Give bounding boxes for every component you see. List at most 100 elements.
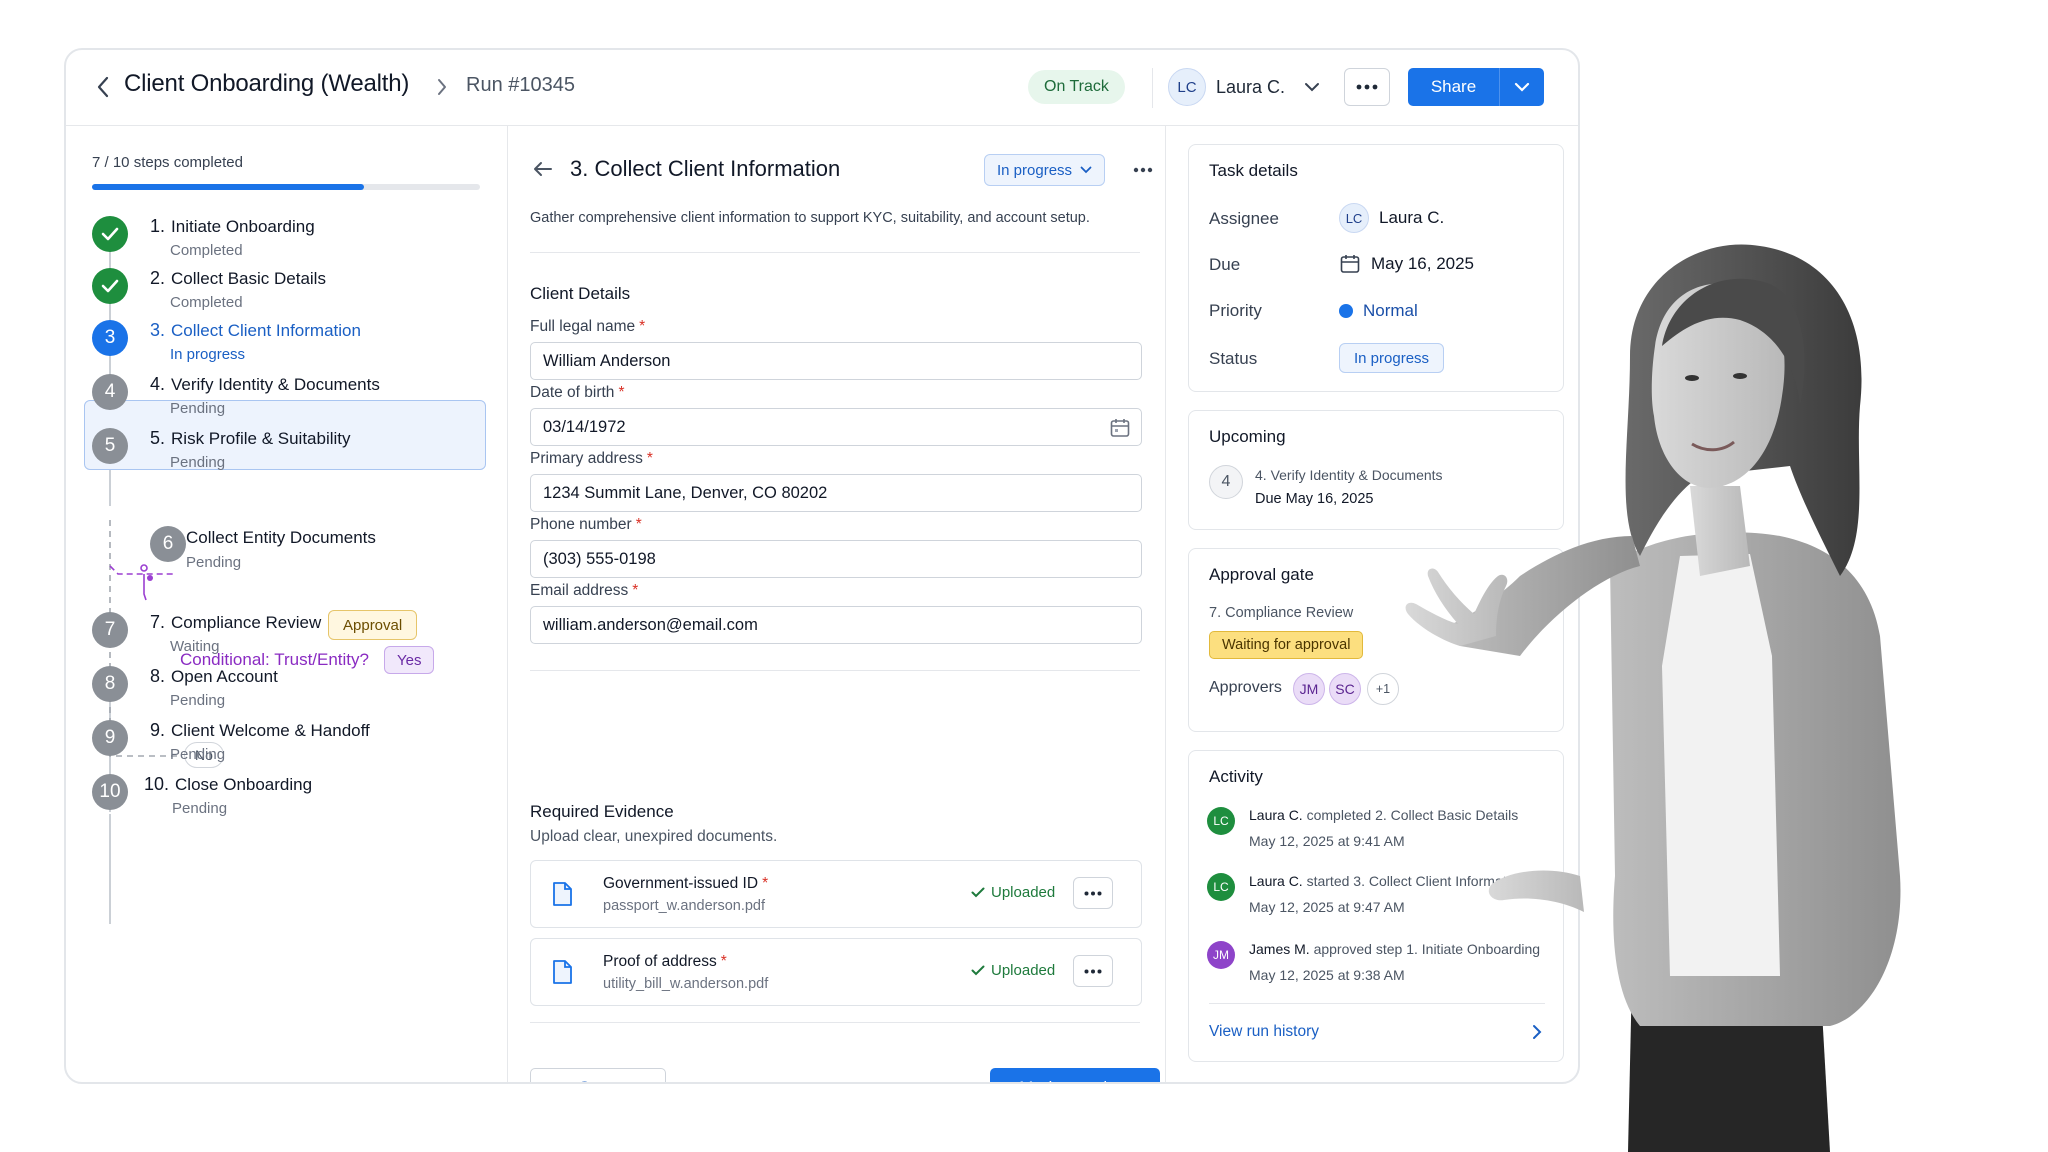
evidence-card: Proof of address * utility_bill_w.anderso… (530, 938, 1142, 1006)
step-number-circle: 4 (1209, 465, 1243, 499)
avatar: LC (1207, 873, 1235, 901)
step-title: 7. Compliance Review (150, 612, 321, 633)
step-number: 8. (150, 666, 166, 686)
required-mark: * (618, 384, 625, 401)
task-status-dropdown[interactable]: In progress (984, 154, 1106, 186)
workflow-title[interactable]: Client Onboarding (Wealth) (124, 70, 409, 98)
evidence-more-button[interactable] (1073, 877, 1113, 909)
avatar[interactable]: JM (1293, 673, 1325, 705)
back-arrow-icon[interactable] (530, 156, 556, 182)
step-title: 10. Close Onboarding (144, 774, 312, 795)
step-title: 9. Client Welcome & Handoff (150, 720, 370, 741)
check-icon (971, 965, 985, 976)
avatar: LC (1339, 203, 1369, 233)
evidence-subtitle: Upload clear, unexpired documents. (530, 828, 778, 845)
save-button[interactable]: Save (530, 1068, 666, 1082)
evidence-card: Government-issued ID * passport_w.anderso… (530, 860, 1142, 928)
calendar-icon[interactable] (1109, 417, 1131, 439)
assignee-value[interactable]: LC Laura C. (1339, 203, 1444, 233)
step-number-circle: 7 (92, 612, 128, 648)
phone-field[interactable]: (303) 555-0198 (530, 540, 1142, 578)
check-icon (92, 216, 128, 252)
field-label: Date of birth * (530, 384, 624, 402)
step-title: 4. Verify Identity & Documents (150, 374, 380, 395)
evidence-title: Required Evidence (530, 802, 674, 821)
presenter-illustration (1405, 244, 1901, 1152)
mark-complete-button[interactable]: Mark complete (990, 1068, 1160, 1082)
primary-address-field[interactable]: 1234 Summit Lane, Denver, CO 80202 (530, 474, 1142, 512)
assignee-key: Assignee (1209, 209, 1279, 228)
evidence-name: Government-issued ID * (603, 875, 768, 893)
due-key: Due (1209, 255, 1241, 274)
field-label-text: Phone number (530, 516, 632, 533)
evidence-name: Proof of address * (603, 953, 727, 971)
step-title: Collect Entity Documents (186, 528, 376, 548)
field-label: Phone number * (530, 516, 642, 534)
user-name: Laura C. (1216, 76, 1286, 97)
priority-dot-icon (1339, 304, 1353, 318)
step-title: 3. Collect Client Information (150, 320, 361, 341)
step-label: Client Welcome & Handoff (171, 721, 370, 740)
step-status: Pending (170, 746, 226, 763)
share-button[interactable]: Share (1408, 68, 1500, 106)
user-menu[interactable]: LC Laura C. (1168, 68, 1321, 106)
priority-key: Priority (1209, 301, 1262, 320)
step-status: Pending (170, 454, 226, 471)
field-label-text: Email address (530, 582, 629, 599)
more-approvers-badge[interactable]: +1 (1367, 673, 1399, 705)
conditional-yes-badge: Yes (384, 646, 435, 674)
more-horizontal-icon (1084, 891, 1102, 895)
field-label: Email address * (530, 582, 638, 600)
task-more-icon[interactable] (1130, 158, 1156, 182)
evidence-more-button[interactable] (1073, 955, 1113, 987)
uploaded-status: Uploaded (971, 884, 1055, 901)
card-title: Activity (1209, 767, 1263, 786)
step-title: 8. Open Account (150, 666, 278, 687)
evidence-file[interactable]: passport_w.anderson.pdf (603, 898, 765, 914)
step-status: Pending (170, 692, 226, 709)
section-title: Client Details (530, 284, 631, 303)
header-more-button[interactable] (1344, 68, 1390, 106)
activity-time: May 12, 2025 at 9:38 AM (1249, 967, 1405, 983)
step-number-circle: 8 (92, 666, 128, 702)
document-icon (553, 882, 572, 906)
check-icon (92, 268, 128, 304)
run-id: Run #10345 (466, 74, 575, 96)
more-horizontal-icon (1084, 969, 1102, 973)
full-name-field[interactable]: William Anderson (530, 342, 1142, 380)
share-dropdown-button[interactable] (1500, 68, 1544, 106)
assignee-name: Laura C. (1379, 208, 1445, 227)
timeline-connector (109, 814, 111, 868)
step-number: 3. (150, 320, 166, 340)
evidence-file[interactable]: utility_bill_w.anderson.pdf (603, 976, 768, 992)
step-number: 4. (150, 374, 166, 394)
required-mark: * (632, 582, 639, 599)
avatar: LC (1168, 68, 1206, 106)
avatar[interactable]: SC (1329, 673, 1361, 705)
avatar: LC (1207, 807, 1235, 835)
field-label: Primary address * (530, 450, 653, 468)
chevron-down-icon (1305, 83, 1320, 92)
calendar-icon (1340, 255, 1360, 273)
task-status-value: In progress (997, 161, 1073, 179)
activity-time: May 12, 2025 at 9:47 AM (1249, 899, 1405, 915)
chevron-down-icon (1514, 82, 1530, 92)
status-key: Status (1209, 349, 1258, 368)
required-mark: * (635, 516, 642, 533)
field-label-text: Date of birth (530, 384, 615, 401)
breadcrumb-chevron-icon (430, 74, 454, 100)
workflow-window: Client Onboarding (Wealth) Run #10345 On… (64, 48, 1580, 1084)
view-run-history-link[interactable]: View run history (1209, 1023, 1319, 1041)
upcoming-due: Due May 16, 2025 (1255, 491, 1374, 507)
step-status: Waiting (170, 638, 220, 655)
chevron-down-icon (1080, 166, 1092, 174)
step-title: 5. Risk Profile & Suitability (150, 428, 351, 449)
email-field[interactable]: william.anderson@email.com (530, 606, 1142, 644)
step-number: 2. (150, 268, 166, 288)
back-chevron-icon[interactable] (88, 72, 118, 102)
steps-panel: 7 / 10 steps completed 1. Initiate Onboa… (66, 126, 508, 1082)
task-panel: 3. Collect Client Information In progres… (508, 126, 1166, 1082)
step-number: 9. (150, 720, 166, 740)
date-of-birth-field[interactable]: 03/14/1972 (530, 408, 1142, 446)
step-title: 1. Initiate Onboarding (150, 216, 315, 237)
